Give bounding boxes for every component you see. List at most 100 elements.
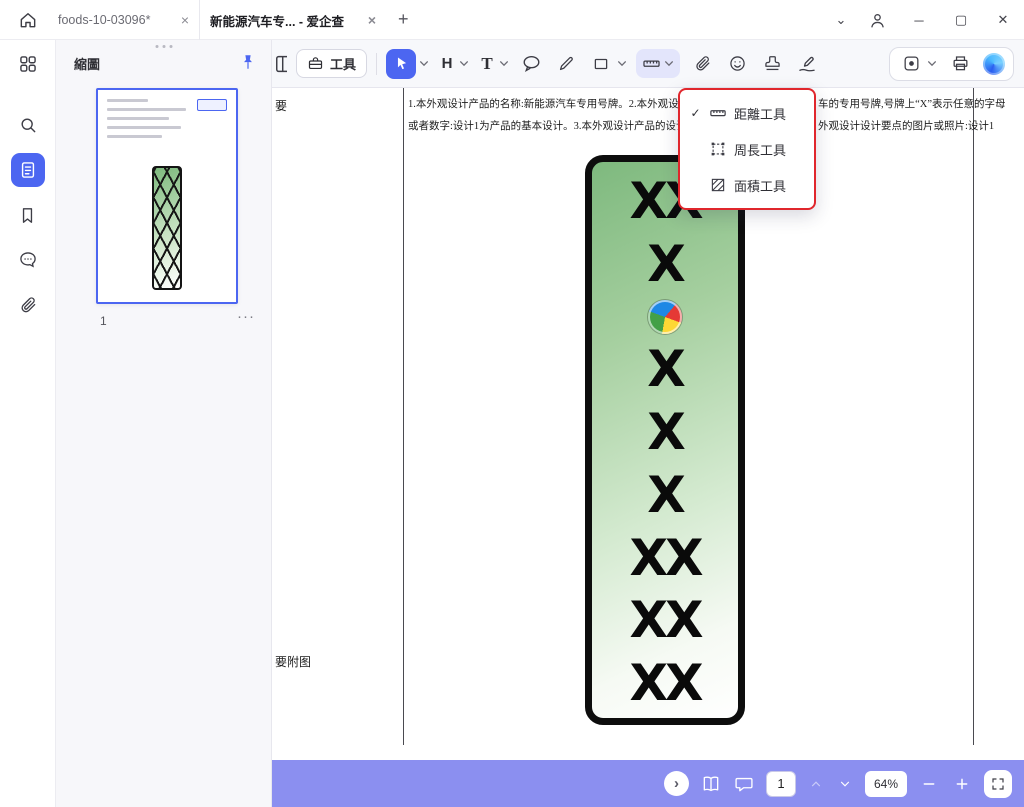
home-icon[interactable]: [16, 8, 40, 32]
chevron-down-icon[interactable]: [419, 60, 429, 67]
snapshot-icon[interactable]: [898, 51, 924, 77]
attach-file-icon[interactable]: [689, 51, 715, 77]
plate-characters: XX: [629, 528, 703, 587]
thumb-text-line: [107, 135, 163, 138]
doc-text-line: 1.本外观设计产品的名称:新能源汽车专用号牌。2.本外观设计产品: [408, 99, 711, 110]
attachments-icon[interactable]: [11, 288, 45, 322]
panel-drag-handle[interactable]: [155, 45, 172, 48]
sticker-icon[interactable]: [724, 51, 750, 77]
previous-page-icon[interactable]: [807, 775, 825, 793]
comments-icon[interactable]: [11, 243, 45, 277]
area-tool-icon: [709, 176, 727, 194]
menu-item-distance-tool[interactable]: ✓ 距離工具: [680, 95, 814, 131]
page-number-input[interactable]: [766, 770, 796, 797]
minimize-button[interactable]: ─: [898, 0, 940, 40]
rectangle-tool-icon[interactable]: [588, 51, 614, 77]
window-controls: ⌄ ─ ▢ ✕: [826, 0, 1024, 40]
chevron-down-icon[interactable]: [499, 60, 509, 67]
toolbox-icon: [308, 57, 323, 70]
close-button[interactable]: ✕: [982, 0, 1024, 40]
plate-characters: X: [647, 340, 686, 399]
app-window: foods-10-03096* × 新能源汽车专... - 爱企查 × + ⌄ …: [0, 0, 1024, 807]
table-border-line: [973, 88, 974, 745]
titlebar-chevron-icon[interactable]: ⌄: [826, 0, 856, 40]
menu-item-perimeter-tool[interactable]: 周長工具: [680, 131, 814, 167]
snapshot-tool-group: [898, 51, 937, 77]
select-tool-group: [386, 48, 429, 79]
cursor-icon: [397, 57, 406, 70]
menu-item-label: 距離工具: [734, 106, 787, 122]
thumbnail-panel: 縮圖 1 ···: [56, 40, 272, 807]
tab-foods[interactable]: foods-10-03096* ×: [48, 0, 200, 40]
fit-screen-button[interactable]: [984, 769, 1012, 798]
print-icon[interactable]: [947, 51, 973, 77]
pin-icon[interactable]: [239, 53, 259, 73]
plate-characters: XX: [629, 591, 703, 650]
distance-tool-icon: [709, 104, 727, 122]
apps-grid-icon[interactable]: [11, 47, 45, 81]
maximize-button[interactable]: ▢: [940, 0, 982, 40]
zoom-level[interactable]: 64%: [865, 770, 907, 797]
chevron-down-icon[interactable]: [617, 60, 627, 67]
comment-mode-icon[interactable]: [733, 773, 755, 795]
doc-text-line: 或者数字:设计1为产品的基本设计。3.本外观设计产品的设计要点: [408, 121, 708, 132]
document-canvas[interactable]: 要 要附图 1.本外观设计产品的名称:新能源汽车专用号牌。2.本外观设计产品 车…: [272, 88, 1024, 760]
thumb-text-line: [107, 117, 170, 120]
doc-margin-text: 要: [275, 99, 288, 113]
thumb-text-line: [107, 99, 148, 102]
toolbar-right-group: [889, 46, 1014, 81]
account-icon[interactable]: [856, 0, 898, 40]
check-icon: ✓: [690, 106, 701, 120]
chevron-down-icon[interactable]: [459, 60, 469, 67]
search-icon[interactable]: [11, 108, 45, 142]
chevron-down-icon[interactable]: [664, 60, 674, 67]
zoom-in-icon[interactable]: [951, 773, 973, 795]
titlebar: foods-10-03096* × 新能源汽车专... - 爱企查 × + ⌄ …: [0, 0, 1024, 40]
doc-text-line: 车的专用号牌,号牌上“X”表示任意的字母: [818, 99, 1006, 110]
measure-tools-menu: ✓ 距離工具 周長工具 面積工具: [678, 88, 816, 210]
tab-label: foods-10-03096*: [58, 13, 151, 27]
tools-label: 工具: [330, 57, 357, 72]
thumb-license-plate: [152, 166, 182, 290]
ai-assistant-icon[interactable]: [983, 52, 1005, 75]
comment-tool-icon[interactable]: [518, 51, 544, 77]
table-border-line: [403, 88, 404, 745]
thumb-plate-preview-box: [197, 99, 227, 111]
chevron-down-icon[interactable]: [927, 60, 937, 67]
expand-toolbar-button[interactable]: ›: [664, 771, 689, 796]
next-page-icon[interactable]: [836, 775, 854, 793]
plate-characters: X: [647, 234, 686, 293]
thumb-page-number: 1: [100, 314, 107, 328]
text-tool-button[interactable]: T: [478, 54, 496, 74]
stamp-icon[interactable]: [759, 51, 785, 77]
thumb-text-line: [107, 108, 187, 111]
app-sidebar: [0, 40, 56, 807]
zoom-out-icon[interactable]: [918, 773, 940, 795]
tab-close-icon[interactable]: ×: [368, 13, 376, 27]
signature-icon[interactable]: [794, 51, 820, 77]
thumb-more-button[interactable]: ···: [237, 308, 255, 325]
tools-button[interactable]: 工具: [296, 49, 368, 78]
shape-tool-group: [588, 51, 627, 77]
reading-mode-icon[interactable]: [700, 773, 722, 795]
toolbar-divider: [376, 52, 378, 75]
measure-tool-button[interactable]: [636, 49, 681, 78]
toolbar: 工具 H T: [272, 40, 1024, 88]
menu-item-label: 面積工具: [734, 178, 787, 194]
panel-toggle-icon[interactable]: [274, 53, 287, 75]
doc-margin-text: 要附图: [275, 655, 312, 669]
header-tool-group: H: [438, 55, 469, 72]
new-tab-button[interactable]: +: [398, 9, 409, 29]
tab-close-icon[interactable]: ×: [181, 13, 189, 27]
bookmark-icon[interactable]: [11, 198, 45, 232]
select-tool-button[interactable]: [386, 48, 417, 79]
perimeter-tool-icon: [709, 140, 727, 158]
sidebar-item-thumbnails[interactable]: [10, 153, 45, 187]
tab-active-document[interactable]: 新能源汽车专... - 爱企查 ×: [200, 0, 386, 40]
menu-item-area-tool[interactable]: 面積工具: [680, 167, 814, 203]
pen-tool-icon[interactable]: [553, 51, 579, 77]
ruler-icon: [643, 60, 660, 67]
panel-header: 縮圖: [74, 53, 259, 73]
header-tool-button[interactable]: H: [438, 55, 456, 72]
page-thumbnail[interactable]: [96, 88, 238, 304]
